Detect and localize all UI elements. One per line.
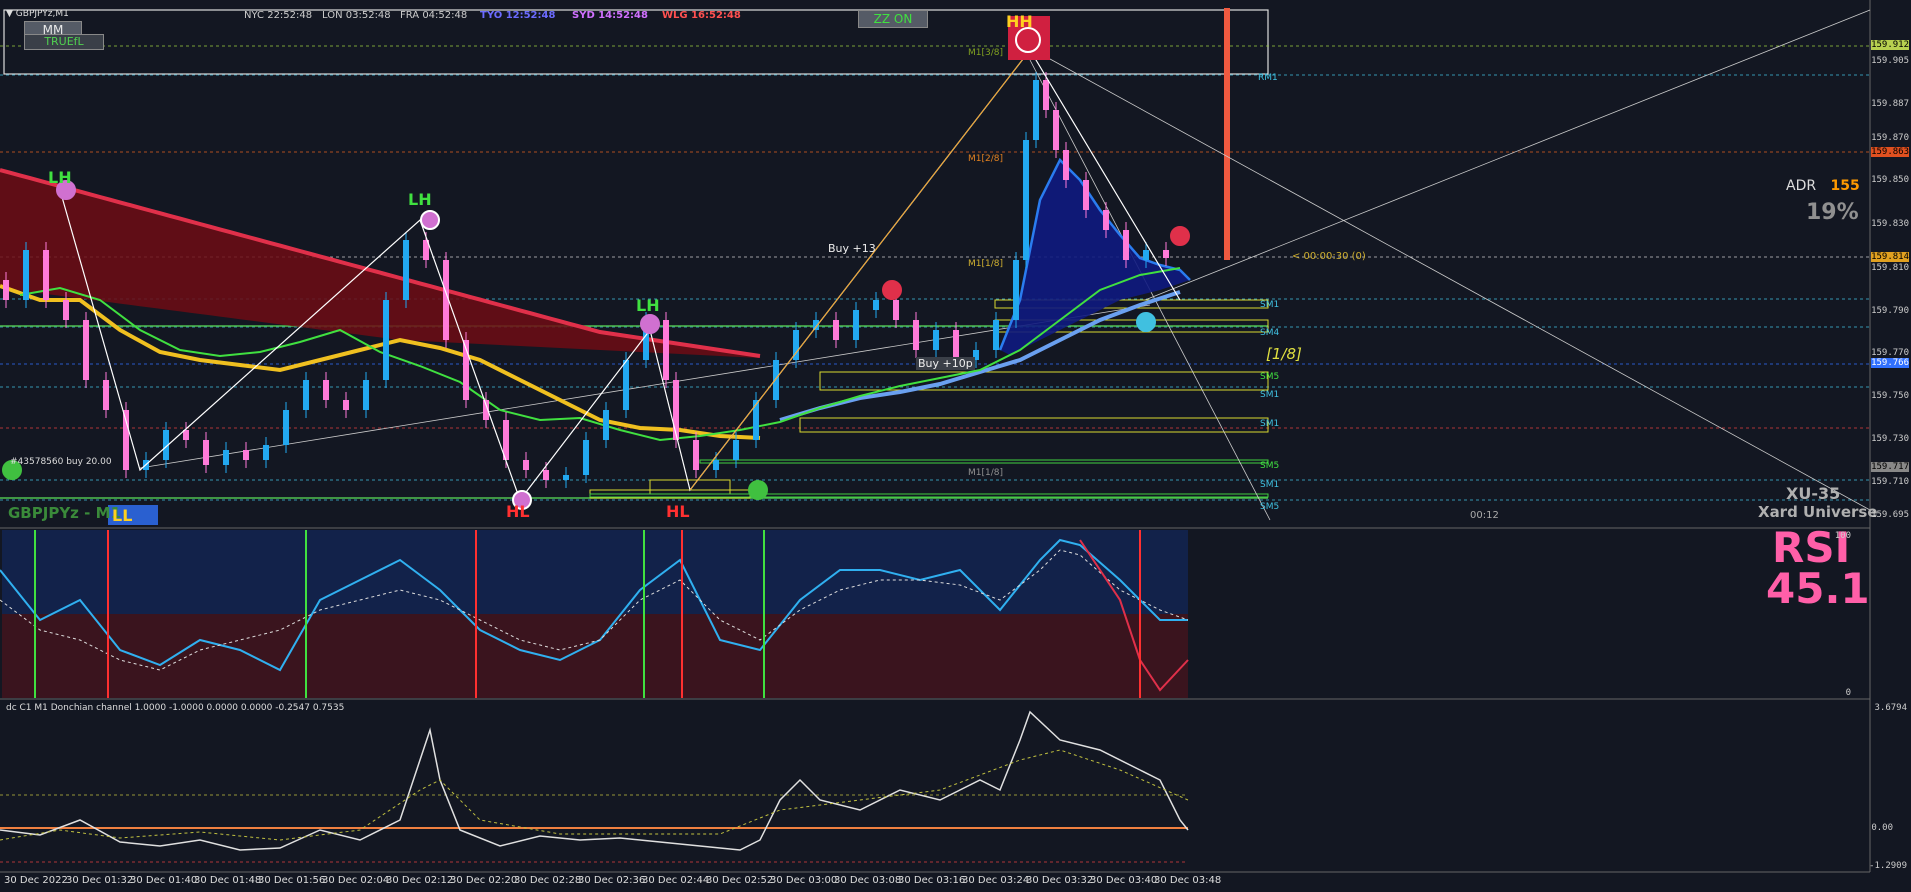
swing-label-lh: LH bbox=[636, 296, 660, 315]
price-tick: 159.717 bbox=[1871, 462, 1909, 472]
price-tick: 159.912 bbox=[1871, 40, 1909, 50]
price-tick: 159.695 bbox=[1871, 510, 1909, 520]
swing-marker bbox=[1136, 312, 1156, 332]
timer-text: < 00:00:30 (0) bbox=[1292, 251, 1366, 262]
level-tag-m1-38: M1[3/8] bbox=[968, 48, 1003, 58]
swing-label-hl: HL bbox=[506, 502, 530, 521]
session-wlg: WLG 16:52:48 bbox=[662, 10, 741, 21]
time-tick: 30 Dec 02:28 bbox=[514, 875, 582, 886]
sm-tag: SM5 bbox=[1260, 461, 1280, 471]
session-tyo: TYO 12:52:48 bbox=[480, 10, 556, 21]
zz-toggle-button[interactable]: ZZ ON bbox=[858, 10, 928, 28]
rsi-overbought-zone bbox=[2, 530, 1188, 614]
level-tag-m1-18: M1[1/8] bbox=[968, 259, 1003, 269]
dc-tick: -1.2909 bbox=[1869, 861, 1907, 871]
session-fra: FRA 04:52:48 bbox=[400, 10, 468, 21]
time-tick: 30 Dec 03:00 bbox=[770, 875, 838, 886]
symbol-overlay: GBPJPYz - M1 bbox=[8, 504, 121, 522]
time-tick: 30 Dec 02:04 bbox=[322, 875, 390, 886]
price-tick: 159.887 bbox=[1871, 99, 1909, 109]
time-tick: 30 Dec 03:16 bbox=[898, 875, 966, 886]
swing-label-lh: LH bbox=[48, 168, 72, 187]
level-tag-rm1: RM1 bbox=[1258, 73, 1278, 83]
symbol-title: ▼ GBPJPYz,M1 bbox=[6, 9, 69, 19]
session-lon: LON 03:52:48 bbox=[322, 10, 391, 21]
price-tick: 159.863 bbox=[1871, 147, 1909, 157]
time-tick: 30 Dec 01:40 bbox=[130, 875, 198, 886]
adr-value: 155 bbox=[1830, 178, 1860, 194]
adr-readout: ADR 155 bbox=[1786, 178, 1860, 194]
dc-tick: 0.00 bbox=[1871, 823, 1893, 833]
time-tick: 30 Dec 02:44 bbox=[642, 875, 710, 886]
swing-label-hh: HH bbox=[1006, 12, 1033, 31]
countdown: 00:12 bbox=[1470, 510, 1499, 521]
price-tick: 159.766 bbox=[1871, 358, 1909, 368]
dc-header: dc C1 M1 Donchian channel 1.0000 -1.0000… bbox=[6, 703, 345, 713]
time-tick: 30 Dec 02:20 bbox=[450, 875, 518, 886]
time-tick: 30 Dec 01:56 bbox=[258, 875, 326, 886]
price-tick: 159.770 bbox=[1871, 348, 1909, 358]
swing-marker bbox=[1170, 226, 1190, 246]
swing-marker bbox=[748, 480, 768, 500]
swing-label-lh: LH bbox=[408, 190, 432, 209]
price-tick: 159.905 bbox=[1871, 56, 1909, 66]
sm-tag: SM1 bbox=[1260, 300, 1280, 310]
sm-tag: SM1 bbox=[1260, 480, 1280, 490]
buy13-label: Buy +13 bbox=[828, 242, 876, 255]
price-tick: 159.814 bbox=[1871, 252, 1909, 262]
sm-tag: SM5 bbox=[1260, 502, 1280, 512]
time-tick: 30 Dec 02:52 bbox=[706, 875, 774, 886]
time-tick: 30 Dec 03:40 bbox=[1090, 875, 1158, 886]
chart-canvas[interactable] bbox=[0, 0, 1911, 892]
dc-tick: 3.6794 bbox=[1874, 703, 1907, 713]
time-tick: 30 Dec 03:08 bbox=[834, 875, 902, 886]
price-tick: 159.830 bbox=[1871, 219, 1909, 229]
swing-marker bbox=[640, 314, 660, 334]
brand-line2: Xard Universe bbox=[1758, 503, 1878, 521]
fib-label: [1/8] bbox=[1266, 345, 1302, 363]
buy10-label: Buy +10p bbox=[916, 357, 975, 370]
time-tick: 30 Dec 02:12 bbox=[386, 875, 454, 886]
sm-tag: SM4 bbox=[1260, 328, 1280, 338]
time-tick: 30 Dec 03:48 bbox=[1154, 875, 1222, 886]
adr-label: ADR bbox=[1786, 178, 1817, 194]
price-tick: 159.810 bbox=[1871, 263, 1909, 273]
brand-line1: XU-35 bbox=[1786, 484, 1841, 503]
swing-label-ll: LL bbox=[112, 506, 133, 525]
session-syd: SYD 14:52:48 bbox=[572, 10, 648, 21]
price-tick: 159.750 bbox=[1871, 391, 1909, 401]
time-tick: 30 Dec 03:32 bbox=[1026, 875, 1094, 886]
swing-marker bbox=[420, 210, 440, 230]
swing-label-hl: HL bbox=[666, 502, 690, 521]
sm-tag: SM5 bbox=[1260, 372, 1280, 382]
rsi-tick: 0 bbox=[1845, 688, 1851, 698]
rsi-value: 45.1 bbox=[1766, 564, 1870, 613]
time-tick: 30 Dec 2022 bbox=[4, 875, 68, 886]
adr-percent: 19% bbox=[1806, 200, 1859, 225]
price-tick: 159.850 bbox=[1871, 175, 1909, 185]
price-tick: 159.730 bbox=[1871, 434, 1909, 444]
sm-tag: SM1 bbox=[1260, 419, 1280, 429]
rsi-tick: 100 bbox=[1834, 531, 1851, 541]
swing-marker bbox=[882, 280, 902, 300]
level-tag-m1-28: M1[2/8] bbox=[968, 154, 1003, 164]
price-tick: 159.870 bbox=[1871, 133, 1909, 143]
time-tick: 30 Dec 02:36 bbox=[578, 875, 646, 886]
session-nyc: NYC 22:52:48 bbox=[244, 10, 313, 21]
time-tick: 30 Dec 01:32 bbox=[66, 875, 134, 886]
truefl-button[interactable]: TRUEfL bbox=[24, 34, 104, 50]
rsi-oversold-zone bbox=[2, 614, 1188, 698]
level-tag-m1-18b: M1[1/8] bbox=[968, 468, 1003, 478]
current-marker-bar bbox=[1224, 8, 1230, 260]
price-tick: 159.790 bbox=[1871, 306, 1909, 316]
time-tick: 30 Dec 03:24 bbox=[962, 875, 1030, 886]
chart-background bbox=[0, 0, 1911, 892]
sm-tag: SM1 bbox=[1260, 390, 1280, 400]
price-tick: 159.710 bbox=[1871, 477, 1909, 487]
time-tick: 30 Dec 01:48 bbox=[194, 875, 262, 886]
trade-label: #43578560 buy 20.00 bbox=[10, 457, 112, 467]
